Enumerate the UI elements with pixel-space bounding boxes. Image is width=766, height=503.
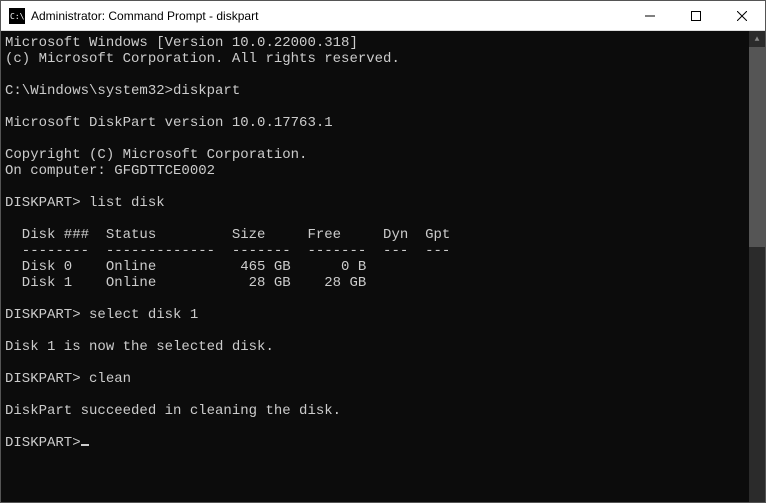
window-title: Administrator: Command Prompt - diskpart (31, 9, 627, 23)
svg-text:C:\: C:\ (10, 12, 25, 21)
command-prompt-window: C:\ Administrator: Command Prompt - disk… (0, 0, 766, 503)
cmd-icon: C:\ (9, 8, 25, 24)
minimize-button[interactable] (627, 1, 673, 30)
content-area: Microsoft Windows [Version 10.0.22000.31… (1, 31, 765, 502)
window-controls (627, 1, 765, 30)
vertical-scrollbar[interactable]: ▲ (749, 31, 765, 502)
titlebar[interactable]: C:\ Administrator: Command Prompt - disk… (1, 1, 765, 31)
close-button[interactable] (719, 1, 765, 30)
scroll-up-arrow[interactable]: ▲ (749, 31, 765, 47)
terminal-output[interactable]: Microsoft Windows [Version 10.0.22000.31… (1, 31, 749, 502)
maximize-button[interactable] (673, 1, 719, 30)
scroll-thumb[interactable] (749, 47, 765, 247)
